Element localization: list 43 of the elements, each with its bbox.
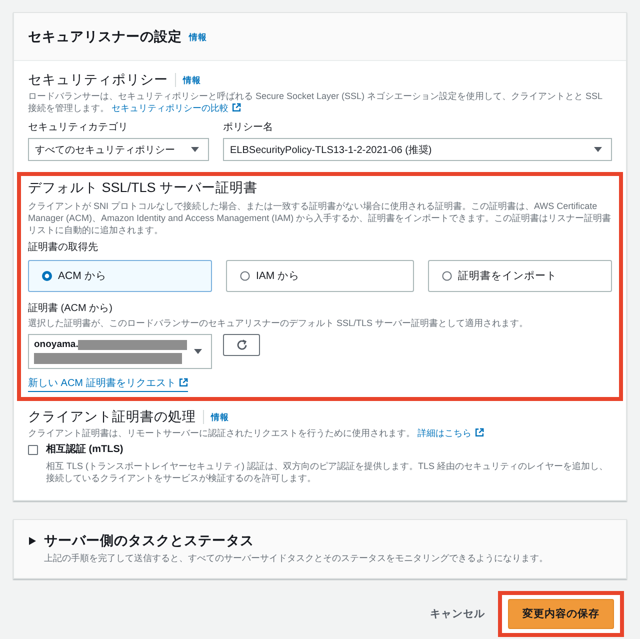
description-text: クライアント証明書は、リモートサーバーに認証されたリクエストを行うために使用されます。 詳細はこちら	[28, 427, 612, 439]
heading: セキュリティポリシー	[28, 71, 168, 89]
details-link[interactable]: 詳細はこちら	[418, 428, 484, 438]
caret-icon	[594, 147, 602, 152]
caret-icon	[194, 349, 202, 354]
field-label: ポリシー名	[223, 121, 274, 135]
field-label: セキュリティカテゴリ	[28, 121, 129, 135]
compare-link[interactable]: セキュリティポリシーの比較	[112, 103, 241, 113]
refresh-icon	[236, 339, 248, 351]
radio-icon	[240, 271, 250, 281]
field-label: 証明書の取得先	[28, 241, 99, 255]
field-label: 証明書 (ACM から)	[28, 302, 114, 316]
heading: デフォルト SSL/TLS サーバー証明書	[28, 179, 259, 197]
section-title[interactable]: サーバー側のタスクとステータス	[44, 532, 254, 550]
heading: クライアント証明書の処理	[28, 408, 196, 426]
certificate-select[interactable]: onoyama.	[28, 334, 212, 369]
info-link[interactable]: 情報	[211, 411, 229, 423]
info-link[interactable]: 情報	[183, 74, 201, 86]
cancel-button[interactable]: キャンセル	[430, 603, 485, 625]
section-title: セキュアリスナーの設定	[28, 28, 182, 46]
radio-option[interactable]: 証明書をインポート	[428, 260, 612, 292]
refresh-button[interactable]	[223, 334, 260, 356]
description-text: 選択した証明書が、このロードバランサーのセキュアリスナーのデフォルト SSL/TLS サーバー証明書として適用されます。	[28, 317, 530, 329]
dropdown-select[interactable]: すべてのセキュリティポリシー	[28, 138, 209, 161]
checkbox[interactable]	[28, 445, 38, 455]
info-link[interactable]: 情報	[189, 30, 207, 42]
radio-icon	[42, 271, 52, 281]
radio-icon	[442, 271, 452, 281]
external-link-icon	[178, 378, 188, 387]
dropdown-select[interactable]: ELBSecurityPolicy-TLS13-1-2-2021-06 (推奨)	[223, 138, 612, 161]
save-button[interactable]: 変更内容の保存	[508, 599, 614, 629]
description-text: クライアントが SNI プロトコルなしで接続した場合、または一致する証明書がない場合に使用される証明書。この証明書は、AWS Certificate Manager (ACM)、Amazon Identity and Access Management (IAM) から入手するか、証明書をインポートできます。この証明書はリスナー証明書リストに自動的に追加されます。	[28, 200, 612, 236]
external-link-icon	[474, 428, 484, 437]
request-certificate-link[interactable]: 新しい ACM 証明書をリクエスト	[28, 377, 188, 392]
description-text: 相互 TLS (トランスポートレイヤーセキュリティ) 認証は、双方向のピア認証を提供します。TLS 経由のセキュリティのレイヤーを追加し、接続しているクライアントをサービスが検証するのを許可します。	[46, 460, 610, 484]
caret-icon[interactable]	[29, 537, 36, 545]
caret-icon	[191, 147, 199, 152]
radio-option[interactable]: ACM から	[28, 260, 212, 292]
description-text: 上記の手順を完了して送信すると、すべてのサーバーサイドタスクとそのステータスをモニタリングできるようになります。	[44, 552, 549, 564]
description-text: ロードバランサーは、セキュリティポリシーと呼ばれる Secure Socket Layer (SSL) ネゴシエーション設定を使用して、クライアントとと SSL 接続を管理します。 セキュリティポリシーの比較	[28, 90, 604, 114]
checkbox-label: 相互認証 (mTLS)	[46, 443, 124, 457]
external-link-icon	[232, 103, 241, 112]
radio-option[interactable]: IAM から	[226, 260, 414, 292]
